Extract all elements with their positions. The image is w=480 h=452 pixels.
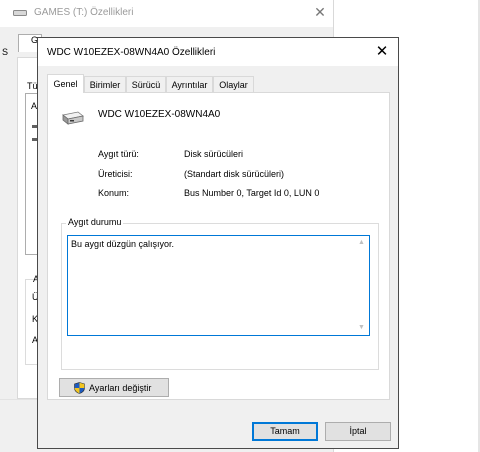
tab-olaylar[interactable]: Olaylar [213,76,254,92]
background-titlebar: GAMES (T:) Özellikleri ✕ [0,0,333,27]
device-status-group: Aygıt durumu Bu aygıt düzgün çalışıyor. … [61,217,379,370]
manufacturer-label: Üreticisi: [98,169,133,179]
manufacturer-value: (Standart disk sürücüleri) [184,169,285,179]
dialog-title: WDC W10EZEX-08WN4A0 Özellikleri [47,47,216,58]
device-status-label: Aygıt durumu [66,217,124,227]
close-icon[interactable]: ✕ [370,41,394,63]
background-text-fragment: Tü [27,81,38,91]
tab-surucu[interactable]: Sürücü [126,76,166,92]
device-type-label: Aygıt türü: [98,149,139,159]
location-value: Bus Number 0, Target Id 0, LUN 0 [184,188,320,198]
background-close-icon[interactable]: ✕ [309,2,331,22]
location-label: Konum: [98,188,130,198]
shield-icon [74,382,85,394]
tab-birimler[interactable]: Birimler [84,76,126,92]
properties-dialog: WDC W10EZEX-08WN4A0 Özellikleri ✕ Genel … [37,37,399,449]
background-text-fragment: S [2,47,9,57]
hard-drive-icon [62,111,84,125]
device-status-textbox[interactable]: Bu aygıt düzgün çalışıyor. ▲ ▼ [67,235,370,336]
dialog-titlebar[interactable]: WDC W10EZEX-08WN4A0 Özellikleri ✕ [38,38,398,66]
device-status-text: Bu aygıt düzgün çalışıyor. [71,239,175,249]
device-name: WDC W10EZEX-08WN4A0 [98,109,221,120]
drive-icon [13,10,27,16]
cancel-button[interactable]: İptal [325,422,391,441]
change-settings-label: Ayarları değiştir [89,383,152,393]
change-settings-button[interactable]: Ayarları değiştir [59,378,169,397]
scroll-up-icon[interactable]: ▲ [357,239,366,247]
tab-ayrintilar[interactable]: Ayrıntılar [166,76,213,92]
tab-genel[interactable]: Genel [47,74,84,93]
background-window-title: GAMES (T:) Özellikleri [34,7,134,18]
scroll-down-icon[interactable]: ▼ [357,324,366,332]
device-type-value: Disk sürücüleri [184,149,244,159]
ok-button[interactable]: Tamam [252,422,318,441]
general-tab-panel: WDC W10EZEX-08WN4A0 Aygıt türü: Disk sür… [47,92,390,400]
